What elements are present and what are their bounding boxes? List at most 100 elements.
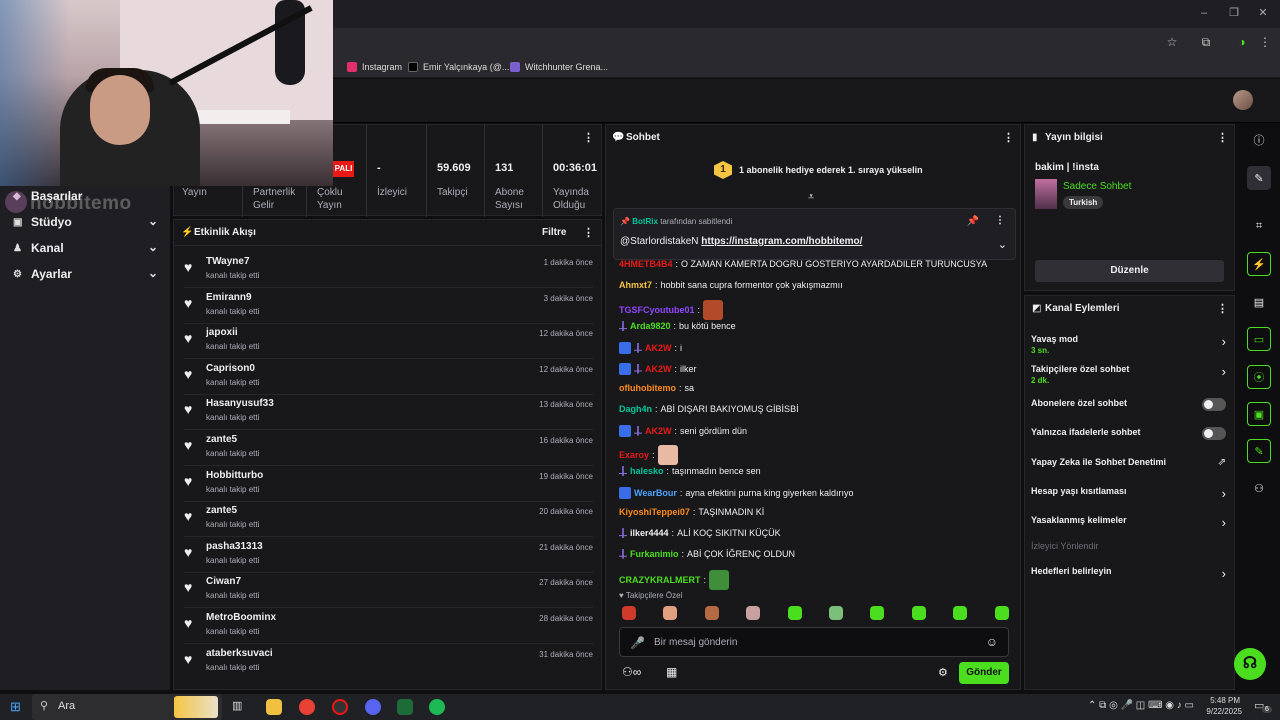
activity-row[interactable]: ♥ Hasanyusuf33 kanalı takip etti 13 dakika …	[174, 395, 601, 431]
kebab-menu-icon[interactable]: ⋮	[1217, 131, 1228, 144]
emote-icon[interactable]	[787, 606, 802, 620]
emote-icon[interactable]	[622, 606, 636, 620]
info-icon[interactable]: ⓘ	[1247, 128, 1271, 152]
lightning-icon[interactable]: ⚡	[1247, 252, 1271, 276]
channel-action-row[interactable]: Yasaklanmış kelimeler ›	[1031, 513, 1230, 539]
emote-icon[interactable]	[911, 606, 926, 620]
discord-icon[interactable]	[365, 699, 381, 715]
avatar[interactable]	[1233, 90, 1253, 110]
channel-action-row[interactable]: Yalnızca ifadelerle sohbet	[1031, 425, 1230, 451]
chat-username[interactable]: TGSFCyoutube01	[619, 305, 695, 315]
emote-icon[interactable]	[829, 606, 843, 620]
emote-icon[interactable]	[994, 606, 1009, 620]
activity-user[interactable]: zante5	[206, 434, 237, 445]
pinned-message[interactable]: 📌 BotRix tarafından sabitlendi 📌 ⋮ @Star…	[613, 208, 1016, 260]
category-link[interactable]: Sadece Sohbet	[1063, 181, 1131, 192]
wrench-icon[interactable]: ✎	[1247, 439, 1271, 463]
task-view-icon[interactable]: ▥	[232, 699, 248, 715]
collapse-icon[interactable]: ⩡	[808, 191, 814, 204]
close-icon[interactable]: ✕	[1256, 6, 1270, 20]
kebab-menu-icon[interactable]: ⋮	[995, 215, 1005, 226]
channel-action-row[interactable]: Takipçilere özel sohbet 2 dk. ›	[1031, 362, 1230, 388]
chat-username[interactable]: CRAZYKRALMERT	[619, 575, 701, 585]
menu-icon[interactable]: ⋮	[1258, 35, 1272, 49]
restore-icon[interactable]: ❐	[1227, 6, 1241, 20]
crop-icon[interactable]: ⌗	[1247, 214, 1271, 238]
activity-row[interactable]: ♥ zante5 kanalı takip etti 20 dakika önce	[174, 502, 601, 538]
file-explorer-icon[interactable]	[266, 699, 282, 715]
bookmark-instagram[interactable]: Instagram	[347, 59, 402, 75]
help-button[interactable]: ☊	[1234, 648, 1266, 680]
activity-row[interactable]: ♥ japoxii kanalı takip etti 12 dakika önce	[174, 324, 601, 360]
bookmark-witchhunter[interactable]: Witchhunter Grena...	[510, 59, 608, 75]
chat-icon[interactable]: ▭	[1247, 327, 1271, 351]
activity-user[interactable]: Hobbitturbo	[206, 470, 263, 481]
emote-icon[interactable]	[704, 606, 719, 620]
extensions-icon[interactable]: ⧉	[1199, 35, 1213, 49]
hype-train-banner[interactable]: 1 1 abonelik hediye ederek 1. sıraya yük…	[606, 155, 1020, 189]
chat-username[interactable]: halesko	[630, 466, 664, 476]
emote-icon[interactable]	[663, 606, 678, 620]
gear-icon[interactable]: ⚙	[938, 666, 948, 679]
sidebar-item-ayarlar[interactable]: ⚙ Ayarlar ⌄	[0, 263, 170, 285]
activity-row[interactable]: ♥ Caprison0 kanalı takip etti 12 dakika önc…	[174, 360, 601, 395]
emote-icon[interactable]	[953, 606, 968, 620]
profile-icon[interactable]: ◑	[1235, 35, 1249, 49]
chat-username[interactable]: Furkanimio	[630, 549, 679, 559]
toggle-switch[interactable]	[1202, 427, 1226, 440]
spotify-icon[interactable]	[429, 699, 445, 715]
toggle-switch[interactable]	[1202, 398, 1226, 411]
activity-row[interactable]: ♥ pasha31313 kanalı takip etti 21 dakika ön…	[174, 538, 601, 573]
chat-username[interactable]: AK2W	[645, 364, 672, 374]
chat-username[interactable]: WearBour	[634, 488, 677, 498]
activity-row[interactable]: ♥ Emirann9 kanalı takip etti 3 dakika önce	[174, 289, 601, 324]
chat-username[interactable]: Ahmxt7	[619, 280, 652, 290]
activity-row[interactable]: ♥ TWayne7 kanalı takip etti 1 dakika önce	[174, 253, 601, 288]
emote-icon[interactable]	[746, 606, 761, 620]
chat-username[interactable]: Exaroy	[619, 450, 649, 460]
broadcast-icon[interactable]: ⦿	[1247, 365, 1271, 389]
activity-row[interactable]: ♥ Hobbitturbo kanalı takip etti 19 dakika ö…	[174, 467, 601, 502]
points-icon[interactable]: ⚇∞	[622, 665, 641, 679]
pencil-icon[interactable]: ✎	[1247, 166, 1271, 190]
activity-user[interactable]: TWayne7	[206, 256, 250, 267]
store-icon[interactable]: ▦	[666, 665, 677, 679]
channel-action-row[interactable]: Hesap yaşı kısıtlaması ›	[1031, 484, 1230, 510]
chat-username[interactable]: ofluhobitemo	[619, 383, 676, 393]
chat-username[interactable]: AK2W	[645, 343, 672, 353]
minimize-icon[interactable]: –	[1197, 6, 1211, 20]
activity-row[interactable]: ♥ Ciwan7 kanalı takip etti 27 dakika önce	[174, 573, 601, 609]
people-icon[interactable]: ⚇	[1247, 476, 1271, 500]
activity-row[interactable]: ♥ ataberksuvaci kanalı takip etti 31 dakika…	[174, 645, 601, 680]
chat-username[interactable]: ilker4444	[630, 528, 669, 538]
send-button[interactable]: Gönder	[959, 662, 1009, 684]
activity-user[interactable]: japoxii	[206, 327, 238, 338]
chrome-icon[interactable]	[299, 699, 315, 715]
chat-username[interactable]: 4HMETB4B4	[619, 259, 673, 269]
activity-user[interactable]: Caprison0	[206, 363, 255, 374]
windows-start-icon[interactable]: ⊞	[10, 699, 21, 715]
activity-user[interactable]: Ciwan7	[206, 576, 241, 587]
chevron-down-icon[interactable]: ⌄	[998, 238, 1007, 251]
activity-user[interactable]: zante5	[206, 505, 237, 516]
chat-username[interactable]: AK2W	[645, 426, 672, 436]
filter-button[interactable]: Filtre	[542, 227, 566, 238]
emoji-icon[interactable]: ☺	[986, 635, 998, 649]
activity-row[interactable]: ♥ zante5 kanalı takip etti 16 dakika önce	[174, 431, 601, 466]
channel-action-row[interactable]: Yavaş mod 3 sn. ›	[1031, 332, 1230, 358]
channel-action-row[interactable]: Hedefleri belirleyin ›	[1031, 564, 1230, 590]
activity-user[interactable]: ataberksuvaci	[206, 648, 273, 659]
activity-user[interactable]: pasha31313	[206, 541, 263, 552]
activity-user[interactable]: Emirann9	[206, 292, 252, 303]
pinned-link[interactable]: https://instagram.com/hobbitemo/	[701, 236, 862, 247]
chat-username[interactable]: KiyoshiTeppei07	[619, 507, 690, 517]
chat-username[interactable]: Dagh4n	[619, 404, 652, 414]
microphone-icon[interactable]: 🎤	[630, 636, 645, 650]
obs-icon[interactable]	[332, 699, 348, 715]
activity-row[interactable]: ♥ MetroBoominx kanalı takip etti 28 dakika …	[174, 609, 601, 644]
terminal-icon[interactable]	[397, 699, 413, 715]
channel-action-row[interactable]: Abonelere özel sohbet	[1031, 396, 1230, 422]
taskbar-search[interactable]: ⚲ Ara	[32, 694, 222, 720]
kebab-menu-icon[interactable]: ⋮	[1217, 302, 1228, 315]
edit-button[interactable]: Düzenle	[1035, 260, 1224, 282]
